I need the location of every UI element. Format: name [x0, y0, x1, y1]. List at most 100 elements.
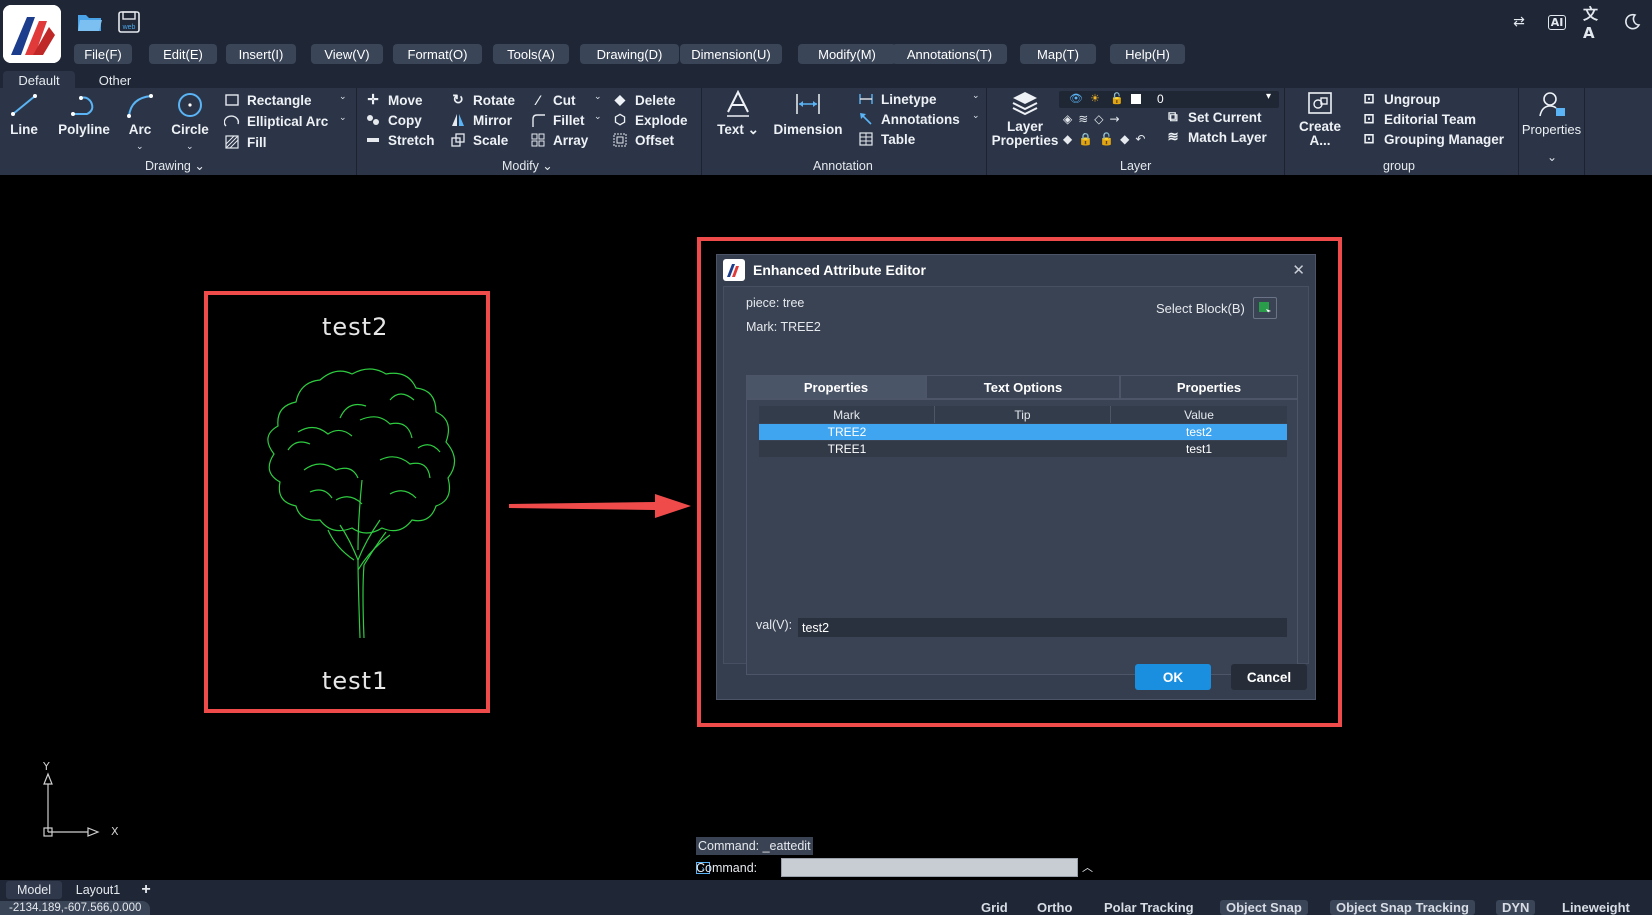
table-row[interactable]: TREE1 test1 [759, 441, 1287, 457]
menu-tools[interactable]: Tools(A) [493, 44, 569, 64]
dimension-button[interactable]: Dimension [770, 90, 846, 137]
tab-other[interactable]: Other [80, 71, 150, 89]
layer-off-icon[interactable]: ◇ [1094, 112, 1103, 126]
column-mark[interactable]: Mark [759, 406, 935, 423]
set-current-button[interactable]: ⧉ Set Current [1165, 108, 1261, 126]
menu-help[interactable]: Help(H) [1110, 44, 1185, 64]
drawing-group-label[interactable]: Drawing ⌄ [145, 158, 205, 173]
menu-annotations[interactable]: Annotations(T) [892, 44, 1007, 64]
properties-button[interactable]: Properties [1519, 90, 1584, 137]
cut-chevron-icon[interactable]: ⌄ [594, 92, 602, 102]
ok-button[interactable]: OK [1135, 664, 1211, 690]
menu-view[interactable]: View(V) [311, 44, 383, 64]
tab-default[interactable]: Default [3, 71, 75, 89]
chevron-up-icon[interactable]: ︿ [1082, 859, 1093, 875]
swap-icon[interactable]: ⇄ [1507, 10, 1531, 34]
close-icon[interactable]: ✕ [1292, 261, 1305, 279]
rectangle-button[interactable]: Rectangle [224, 91, 312, 109]
select-block-button[interactable] [1253, 297, 1277, 319]
rotate-button[interactable]: ↻ Rotate [450, 91, 515, 109]
cancel-button[interactable]: Cancel [1231, 664, 1307, 690]
circle-chevron-down-icon[interactable]: ⌄ [186, 142, 194, 152]
modify-group-label[interactable]: Modify ⌄ [502, 158, 553, 173]
create-group-button[interactable]: Create A... [1293, 90, 1347, 148]
menu-dimension[interactable]: Dimension(U) [680, 44, 782, 64]
attribute-text-top[interactable]: test2 [322, 313, 388, 341]
toggle-object-snap[interactable]: Object Snap [1220, 900, 1308, 915]
fillet-chevron-icon[interactable]: ⌄ [594, 112, 602, 122]
menu-modify[interactable]: Modify(M) [798, 44, 896, 64]
layer-iso-icon[interactable]: ◈ [1063, 112, 1072, 126]
polyline-button[interactable]: Polyline [54, 92, 114, 137]
layer-dropdown[interactable]: 👁 ☀ 🔓 0 ▾ [1059, 91, 1279, 108]
arc-chevron-down-icon[interactable]: ⌄ [136, 142, 144, 152]
app-logo[interactable] [3, 5, 61, 63]
tab-text-options[interactable]: Text Options [926, 375, 1120, 399]
attribute-text-bottom[interactable]: test1 [322, 667, 388, 695]
toggle-dyn[interactable]: DYN [1496, 900, 1536, 915]
arc-button[interactable]: Arc [124, 92, 156, 137]
ungroup-button[interactable]: ⊡ Ungroup [1361, 90, 1440, 108]
fill-button[interactable]: Fill [224, 133, 267, 151]
text-button[interactable]: Text ⌄ [712, 90, 764, 138]
tab-properties[interactable]: Properties [746, 375, 926, 399]
value-input[interactable]: test2 [798, 618, 1287, 637]
properties-chevron-icon[interactable]: ⌄ [1547, 150, 1557, 164]
layer-properties-button[interactable]: Layer Properties [989, 90, 1061, 148]
layer-erase-icon[interactable]: ◆ [1120, 132, 1129, 146]
layer-merge-icon[interactable]: ◆ [1063, 132, 1072, 146]
table-row[interactable]: TREE2 test2 [759, 424, 1287, 440]
mirror-button[interactable]: Mirror [450, 111, 512, 129]
line-button[interactable]: Line [6, 92, 42, 137]
stretch-button[interactable]: Stretch [365, 131, 435, 149]
copy-button[interactable]: Copy [365, 111, 422, 129]
command-input[interactable] [781, 858, 1078, 877]
scale-button[interactable]: Scale [450, 131, 508, 149]
delete-button[interactable]: ◆ Delete [612, 91, 676, 109]
tab-model[interactable]: Model [6, 881, 62, 899]
linetype-chevron-icon[interactable]: ⌄ [972, 91, 980, 101]
menu-insert[interactable]: Insert(I) [226, 44, 296, 64]
menu-format[interactable]: Format(O) [393, 44, 482, 64]
menu-file[interactable]: File(F) [74, 44, 132, 64]
lock-icon[interactable]: 🔒 [1078, 132, 1093, 146]
explode-button[interactable]: ⬡ Explode [612, 111, 687, 129]
undo-layer-icon[interactable]: ↶ [1135, 132, 1145, 146]
layer-stack-icon[interactable]: ≋ [1078, 112, 1088, 126]
move-button[interactable]: ✛ Move [365, 91, 422, 109]
folder-open-icon[interactable] [76, 8, 104, 36]
column-tip[interactable]: Tip [935, 406, 1111, 423]
linetype-button[interactable]: Linetype [858, 90, 937, 108]
toggle-ortho[interactable]: Ortho [1031, 900, 1078, 915]
layer-walk-icon[interactable]: → [1110, 112, 1120, 126]
dark-mode-icon[interactable] [1620, 10, 1644, 34]
save-web-icon[interactable]: web [115, 8, 143, 36]
tab-layout1[interactable]: Layout1 [68, 881, 128, 899]
fillet-button[interactable]: Fillet [530, 111, 585, 129]
translate-icon[interactable]: 文A [1583, 5, 1607, 42]
elliptical-arc-button[interactable]: Elliptical Arc [224, 112, 328, 130]
toggle-grid[interactable]: Grid [975, 900, 1014, 915]
toggle-object-snap-tracking[interactable]: Object Snap Tracking [1330, 900, 1475, 915]
table-button[interactable]: Table [858, 130, 915, 148]
ai-icon[interactable]: AI [1545, 10, 1569, 34]
annotations-chevron-icon[interactable]: ⌄ [972, 111, 980, 121]
array-button[interactable]: Array [530, 131, 588, 149]
menu-drawing[interactable]: Drawing(D) [580, 44, 679, 64]
menu-edit[interactable]: Edit(E) [149, 44, 217, 64]
annotations-button[interactable]: Annotations [858, 110, 960, 128]
match-layer-button[interactable]: ≋ Match Layer [1165, 128, 1266, 146]
toggle-lineweight[interactable]: Lineweight [1556, 900, 1636, 915]
menu-map[interactable]: Map(T) [1020, 44, 1096, 64]
add-layout-button[interactable]: + [136, 881, 156, 899]
circle-button[interactable]: Circle [168, 92, 212, 137]
editorial-team-button[interactable]: ⊡ Editorial Team [1361, 110, 1476, 128]
tab-properties-2[interactable]: Properties [1120, 375, 1298, 399]
rectangle-chevron-icon[interactable]: ⌄ [339, 92, 347, 102]
elliptical-arc-chevron-icon[interactable]: ⌄ [339, 113, 347, 123]
offset-button[interactable]: Offset [612, 131, 674, 149]
grouping-manager-button[interactable]: ⊡ Grouping Manager [1361, 130, 1504, 148]
tree-block[interactable] [240, 360, 480, 645]
unlock-icon[interactable]: 🔓 [1099, 132, 1114, 146]
cut-button[interactable]: ⁄ Cut [530, 91, 576, 109]
